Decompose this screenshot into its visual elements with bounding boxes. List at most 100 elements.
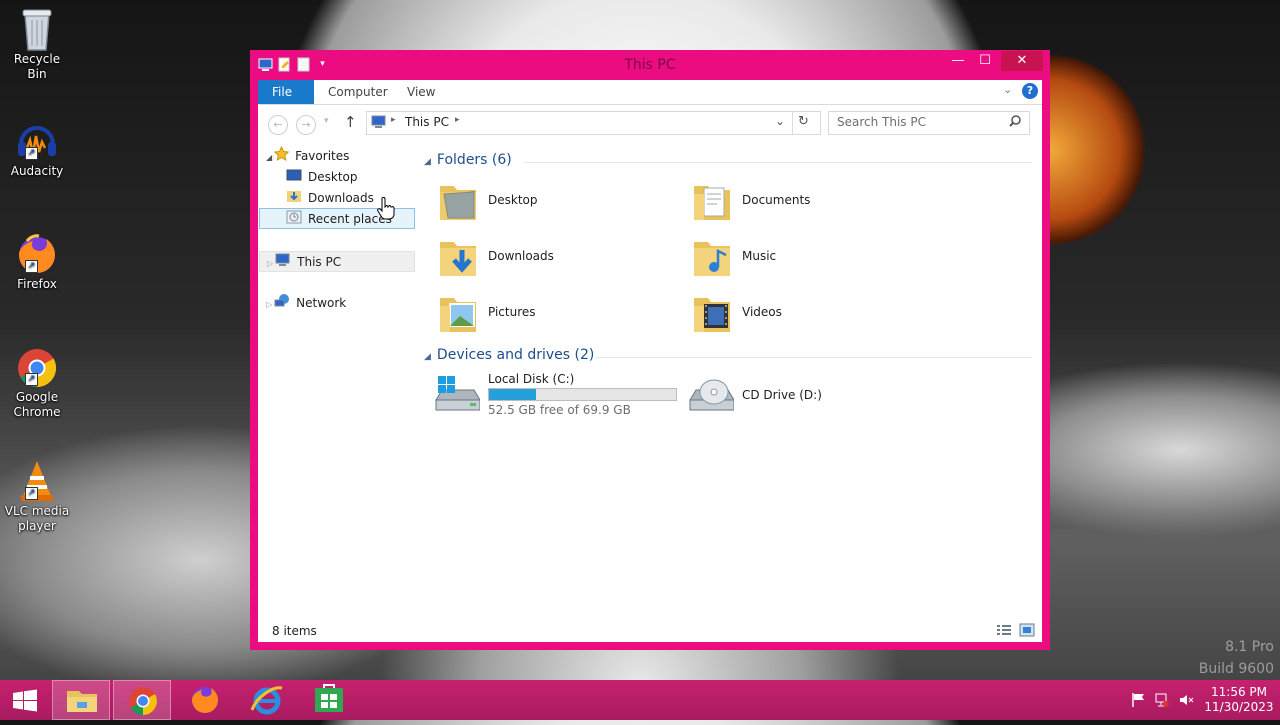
file-explorer-icon <box>67 691 97 712</box>
documents-folder-icon <box>692 180 732 222</box>
network-status-icon[interactable] <box>1154 692 1170 711</box>
collapse-triangle-icon[interactable]: ◢ <box>424 352 431 362</box>
drive-free-space: 52.5 GB free of 69.9 GB <box>488 403 631 417</box>
desktop-icon-label: Audacity <box>10 164 64 178</box>
hard-drive-windows-icon <box>432 376 481 419</box>
downloads-icon <box>286 189 302 209</box>
ribbon-tabs: File Computer View ⌄ ? <box>258 80 1042 105</box>
window-client: File Computer View ⌄ ? ← → ▾ ↑ ▸ This PC… <box>258 80 1042 642</box>
tab-computer[interactable]: Computer <box>314 80 402 104</box>
details-view-icon[interactable] <box>996 624 1012 641</box>
search-icon[interactable] <box>1008 114 1022 131</box>
navigation-pane: ◢ Favorites Desktop Downloads Recent plac… <box>258 145 418 616</box>
folder-tile-documents[interactable]: Documents <box>686 176 926 226</box>
desktop-icon-recycle-bin[interactable]: Recycle Bin <box>4 6 70 82</box>
taskbar-store[interactable] <box>300 680 358 720</box>
start-button[interactable] <box>0 680 50 720</box>
clock[interactable]: 11:56 PM 11/30/2023 <box>1204 685 1274 715</box>
window-title: This PC <box>624 57 676 73</box>
taskbar-firefox[interactable] <box>176 680 234 720</box>
computer-icon <box>371 115 387 132</box>
drive-name: CD Drive (D:) <box>742 388 822 402</box>
address-dropdown-chevron-icon[interactable]: ⌄ <box>775 114 785 128</box>
group-divider <box>524 162 1032 163</box>
up-arrow-icon[interactable]: ↑ <box>344 113 357 131</box>
action-center-flag-icon[interactable] <box>1130 692 1146 711</box>
folder-tile-pictures[interactable]: Pictures <box>432 288 672 338</box>
vlc-cone-icon: ↗ <box>15 458 59 502</box>
breadcrumb-this-pc[interactable]: This PC <box>405 115 449 129</box>
taskbar-google-chrome[interactable] <box>113 680 171 720</box>
drive-name: Local Disk (C:) <box>488 372 575 386</box>
desktop-icon-firefox[interactable]: ↗ Firefox <box>4 231 70 292</box>
desktop-icon-label: Google Chrome <box>13 390 61 419</box>
search-box[interactable]: Search This PC <box>828 111 1030 135</box>
star-icon <box>273 145 290 167</box>
expand-ribbon-chevron-icon[interactable]: ⌄ <box>1003 83 1012 96</box>
tab-file[interactable]: File <box>258 80 314 104</box>
folder-tile-downloads[interactable]: Downloads <box>432 232 672 282</box>
drive-tile-local-disk-c[interactable]: Local Disk (C:) 52.5 GB free of 69.9 GB <box>432 372 682 420</box>
desktop-icon-vlc[interactable]: ↗ VLC media player <box>4 458 70 534</box>
nav-downloads[interactable]: Downloads <box>286 188 374 208</box>
nav-network[interactable]: ▷ Network <box>266 293 346 313</box>
folder-tile-desktop[interactable]: Desktop <box>432 176 672 226</box>
desktop-icon-label: Firefox <box>17 277 57 291</box>
nav-desktop[interactable]: Desktop <box>286 167 358 187</box>
pictures-folder-icon <box>438 292 478 334</box>
group-divider <box>596 357 1032 358</box>
desktop-icon-label: VLC media player <box>4 504 70 533</box>
audacity-icon: ↗ <box>15 118 59 162</box>
taskbar: 11:56 PM 11/30/2023 <box>0 680 1280 720</box>
taskbar-internet-explorer[interactable] <box>238 680 296 720</box>
shortcut-arrow-icon: ↗ <box>25 147 38 160</box>
folder-tile-music[interactable]: Music <box>686 232 926 282</box>
devices-group-header[interactable]: ◢ Devices and drives (2) <box>424 347 594 363</box>
breadcrumb-separator-icon: ▸ <box>391 115 396 125</box>
recent-locations-chevron-icon[interactable]: ▾ <box>324 116 329 126</box>
search-input[interactable]: Search This PC <box>837 115 926 129</box>
hand-cursor-icon <box>376 196 396 223</box>
maximize-button[interactable]: ☐ <box>974 51 996 71</box>
taskbar-file-explorer[interactable] <box>52 680 110 720</box>
network-icon <box>274 293 290 314</box>
large-icons-view-icon[interactable] <box>1019 623 1035 641</box>
firefox-icon <box>192 687 218 713</box>
clock-date: 11/30/2023 <box>1204 700 1274 714</box>
desktop-icon-audacity[interactable]: ↗ Audacity <box>4 118 70 179</box>
videos-folder-icon <box>692 292 732 334</box>
desktop-icon-google-chrome[interactable]: ↗ Google Chrome <box>4 344 70 420</box>
minimize-button[interactable]: — <box>947 51 969 71</box>
back-button[interactable]: ← <box>268 115 288 135</box>
chrome-icon <box>129 687 157 715</box>
volume-muted-icon[interactable] <box>1178 692 1194 711</box>
downloads-folder-icon <box>438 236 478 278</box>
navigation-bar: ← → ▾ ↑ ▸ This PC ▸ ⌄ ↻ Search This PC <box>258 105 1042 143</box>
tab-view[interactable]: View <box>393 80 449 104</box>
music-folder-icon <box>692 236 732 278</box>
shortcut-arrow-icon: ↗ <box>25 487 38 500</box>
expand-triangle-icon[interactable]: ▷ <box>267 259 273 268</box>
clock-time: 11:56 PM <box>1211 685 1267 699</box>
help-icon[interactable]: ? <box>1022 83 1038 99</box>
close-button[interactable]: ✕ <box>1001 51 1043 71</box>
breadcrumb-separator-icon[interactable]: ▸ <box>455 115 460 125</box>
nav-favorites[interactable]: ◢ Favorites <box>266 145 349 167</box>
refresh-icon[interactable]: ↻ <box>798 114 809 129</box>
desktop-icon <box>286 168 302 188</box>
windows-build-watermark: 8.1 Pro Build 9600 <box>1198 639 1274 677</box>
collapse-triangle-icon[interactable]: ◢ <box>266 153 272 162</box>
folder-tile-videos[interactable]: Videos <box>686 288 926 338</box>
computer-icon <box>275 253 291 273</box>
folders-group-header[interactable]: ◢ Folders (6) <box>424 152 512 168</box>
forward-button[interactable]: → <box>296 115 316 135</box>
status-bar: 8 items <box>258 620 1042 642</box>
address-bar[interactable]: ▸ This PC ▸ ⌄ ↻ <box>366 111 821 135</box>
drive-tile-cd-drive-d[interactable]: CD Drive (D:) <box>686 372 936 420</box>
recycle-bin-icon <box>15 6 59 51</box>
title-bar[interactable]: ▾ This PC — ☐ ✕ <box>250 50 1050 80</box>
collapse-triangle-icon[interactable]: ◢ <box>424 157 431 167</box>
expand-triangle-icon[interactable]: ▷ <box>266 300 272 309</box>
nav-this-pc[interactable]: ▷ This PC <box>259 251 415 272</box>
shortcut-arrow-icon: ↗ <box>25 260 38 273</box>
